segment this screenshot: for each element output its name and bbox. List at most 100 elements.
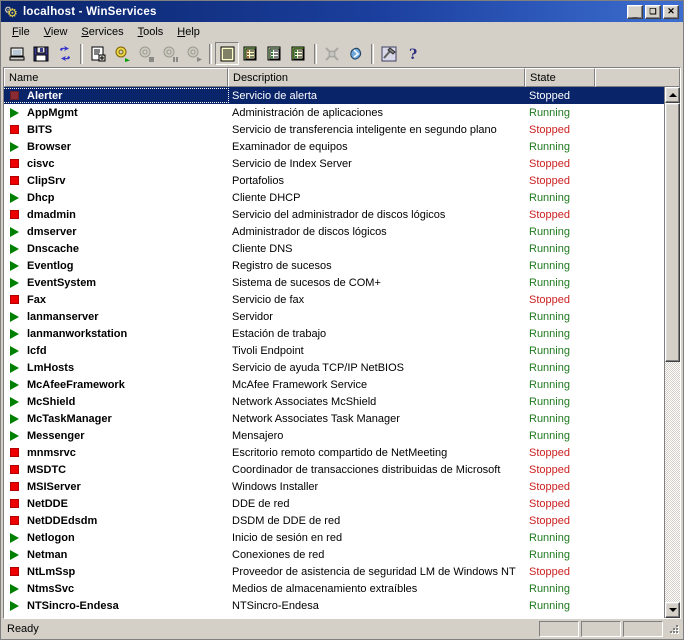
table-row[interactable]: lanmanworkstationEstación de trabajoRunn… — [4, 325, 664, 342]
cell-service-name: Eventlog — [4, 259, 228, 272]
options-button[interactable] — [377, 42, 401, 65]
resize-grip-icon[interactable] — [667, 622, 681, 636]
cell-service-description: Servicio de ayuda TCP/IP NetBIOS — [228, 362, 525, 374]
list-header: Name Description State — [4, 68, 680, 87]
pause-service-button — [158, 42, 182, 65]
toolbar: ? — [1, 41, 683, 67]
table-row[interactable]: lcfdTivoli EndpointRunning — [4, 342, 664, 359]
service-stopped-icon — [9, 446, 22, 459]
toolbar-separator — [209, 44, 212, 64]
menu-view[interactable]: View — [37, 24, 75, 40]
start-service-button[interactable] — [110, 42, 134, 65]
cell-service-state: Running — [525, 379, 595, 391]
table-row[interactable]: EventlogRegistro de sucesosRunning — [4, 257, 664, 274]
service-name-label: NTSincro-Endesa — [27, 600, 119, 612]
cell-service-state: Running — [525, 277, 595, 289]
service-running-icon — [9, 106, 22, 119]
close-button[interactable]: ✕ — [663, 5, 679, 19]
table-row[interactable]: FaxServicio de faxStopped — [4, 291, 664, 308]
column-header-state[interactable]: State — [525, 68, 595, 87]
column-header-blank[interactable] — [595, 68, 680, 87]
vertical-scrollbar[interactable] — [664, 87, 680, 618]
cell-service-name: lcfd — [4, 344, 228, 357]
table-row[interactable]: DnscacheCliente DNSRunning — [4, 240, 664, 257]
column-header-name[interactable]: Name — [4, 68, 228, 87]
status-message: Ready — [3, 621, 537, 637]
cell-service-state: Running — [525, 532, 595, 544]
table-row[interactable]: NetDDEDDE de redStopped — [4, 495, 664, 512]
scroll-up-button[interactable] — [665, 87, 680, 103]
table-row[interactable]: BITSServicio de transferencia inteligent… — [4, 121, 664, 138]
view-automatic-button[interactable] — [239, 42, 263, 65]
cell-service-state: Running — [525, 192, 595, 204]
about-button[interactable]: ? — [401, 42, 425, 65]
table-row[interactable]: NtmsSvcMedios de almacenamiento extraíbl… — [4, 580, 664, 597]
scroll-down-button[interactable] — [665, 602, 680, 618]
dependencies-button[interactable] — [344, 42, 368, 65]
title-bar[interactable]: ⚙ ⚙ localhost - WinServices _ ❑ ✕ — [1, 1, 683, 22]
cell-service-state: Stopped — [525, 90, 595, 102]
table-row[interactable]: mnmsrvcEscritorio remoto compartido de N… — [4, 444, 664, 461]
table-row[interactable]: MSDTCCoordinador de transacciones distri… — [4, 461, 664, 478]
cell-service-name: EventSystem — [4, 276, 228, 289]
table-row[interactable]: AppMgmtAdministración de aplicacionesRun… — [4, 104, 664, 121]
cell-service-state: Running — [525, 226, 595, 238]
table-row[interactable]: dmserverAdministrador de discos lógicosR… — [4, 223, 664, 240]
cell-service-description: Servicio de transferencia inteligente en… — [228, 124, 525, 136]
cell-service-description: Tivoli Endpoint — [228, 345, 525, 357]
table-row[interactable]: MSIServerWindows InstallerStopped — [4, 478, 664, 495]
table-row[interactable]: McTaskManagerNetwork Associates Task Man… — [4, 410, 664, 427]
cell-service-name: Dhcp — [4, 191, 228, 204]
table-row[interactable]: EventSystemSistema de sucesos de COM+Run… — [4, 274, 664, 291]
connect-computer-button[interactable] — [5, 42, 29, 65]
status-pane-2 — [581, 621, 621, 637]
table-row[interactable]: ClipSrvPortafoliosStopped — [4, 172, 664, 189]
refresh-arrows-icon — [57, 46, 74, 62]
service-name-label: Dhcp — [27, 192, 55, 204]
table-row[interactable]: LmHostsServicio de ayuda TCP/IP NetBIOSR… — [4, 359, 664, 376]
table-row[interactable]: NetmanConexiones de redRunning — [4, 546, 664, 563]
table-row[interactable]: cisvcServicio de Index ServerStopped — [4, 155, 664, 172]
properties-button[interactable] — [86, 42, 110, 65]
cell-service-state: Running — [525, 413, 595, 425]
table-row[interactable]: McAfeeFrameworkMcAfee Framework ServiceR… — [4, 376, 664, 393]
menu-help[interactable]: Help — [170, 24, 207, 40]
table-row[interactable]: MessengerMensajeroRunning — [4, 427, 664, 444]
cell-service-description: DSDM de DDE de red — [228, 515, 525, 527]
view-disabled-button[interactable] — [287, 42, 311, 65]
scrollbar-track[interactable] — [665, 103, 680, 602]
menu-file[interactable]: File — [5, 24, 37, 40]
cell-service-description: Sistema de sucesos de COM+ — [228, 277, 525, 289]
menu-tools[interactable]: Tools — [131, 24, 171, 40]
refresh-button[interactable] — [53, 42, 77, 65]
resume-service-button — [182, 42, 206, 65]
cell-service-state: Stopped — [525, 175, 595, 187]
cell-service-name: Netlogon — [4, 531, 228, 544]
services-gear-icon: ⚙ ⚙ — [4, 4, 20, 20]
table-row[interactable]: NTSincro-EndesaNTSincro-EndesaRunning — [4, 597, 664, 614]
cell-service-description: Mensajero — [228, 430, 525, 442]
view-all-button[interactable] — [215, 42, 239, 65]
cell-service-state: Stopped — [525, 447, 595, 459]
view-manual-button[interactable] — [263, 42, 287, 65]
cell-service-state: Running — [525, 141, 595, 153]
minimize-button[interactable]: _ — [627, 5, 643, 19]
table-row[interactable]: lanmanserverServidorRunning — [4, 308, 664, 325]
table-row[interactable]: McShieldNetwork Associates McShieldRunni… — [4, 393, 664, 410]
table-row[interactable]: AlerterServicio de alertaStopped — [4, 87, 664, 104]
column-header-description[interactable]: Description — [228, 68, 525, 87]
save-button[interactable] — [29, 42, 53, 65]
menu-services[interactable]: Services — [74, 24, 130, 40]
cell-service-description: Coordinador de transacciones distribuida… — [228, 464, 525, 476]
table-row[interactable]: NtLmSspProveedor de asistencia de seguri… — [4, 563, 664, 580]
cell-service-description: DDE de red — [228, 498, 525, 510]
table-row[interactable]: BrowserExaminador de equiposRunning — [4, 138, 664, 155]
svg-text:?: ? — [409, 47, 417, 62]
table-row[interactable]: dmadminServicio del administrador de dis… — [4, 206, 664, 223]
cell-service-description: Servicio de Index Server — [228, 158, 525, 170]
maximize-button[interactable]: ❑ — [645, 5, 661, 19]
scrollbar-thumb[interactable] — [665, 103, 680, 362]
table-row[interactable]: NetlogonInicio de sesión en redRunning — [4, 529, 664, 546]
table-row[interactable]: DhcpCliente DHCPRunning — [4, 189, 664, 206]
table-row[interactable]: NetDDEdsdmDSDM de DDE de redStopped — [4, 512, 664, 529]
